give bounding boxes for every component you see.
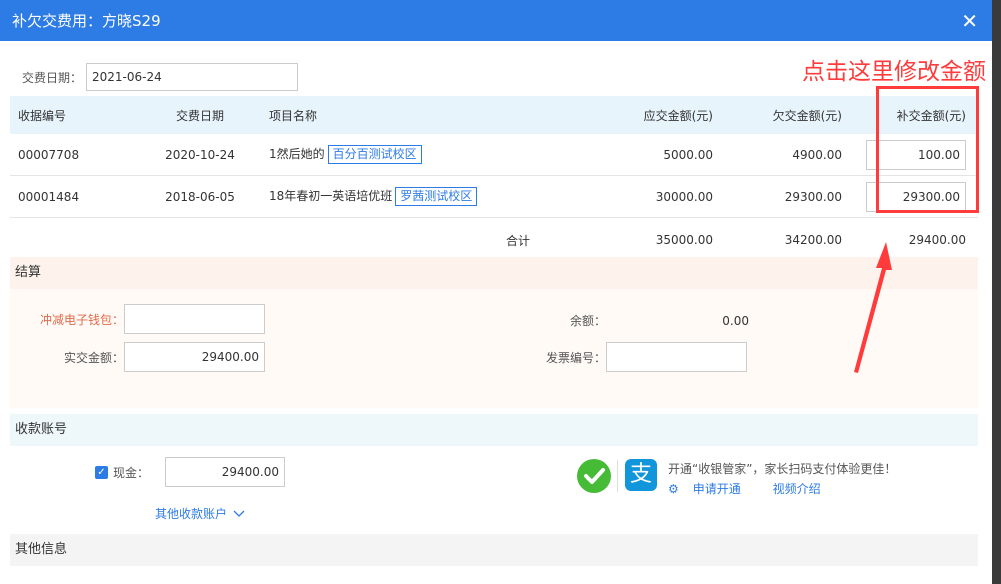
table-row: 00001484 2018-06-05 18年春初一英语培优班 罗茜测试校区 30… xyxy=(10,175,978,218)
balance-label: 余额： xyxy=(569,314,606,328)
cash-checkbox[interactable]: ✓ xyxy=(95,465,108,479)
row-pay-date: 2020-10-24 xyxy=(139,134,261,176)
header-item-name: 项目名称 xyxy=(261,96,530,134)
header-due-amount: 应交金额(元) xyxy=(530,96,721,134)
chevron-down-icon xyxy=(233,510,245,517)
campus-tag: 罗茜测试校区 xyxy=(395,187,478,206)
cash-input[interactable] xyxy=(165,457,285,487)
scrollbar[interactable] xyxy=(992,0,1001,584)
header-receipt-no: 收据编号 xyxy=(10,96,139,134)
item-name-cell: 1然后她的 百分百测试校区 xyxy=(261,134,530,176)
close-icon[interactable]: ✕ xyxy=(961,11,978,31)
owed-amount: 29300.00 xyxy=(721,175,850,218)
invoice-input[interactable] xyxy=(606,342,747,372)
annotation-arrow-icon xyxy=(854,242,892,373)
campus-tag: 百分百测试校区 xyxy=(327,145,422,164)
pay-date-label: 交费日期： xyxy=(22,70,83,85)
other-accounts-label: 其他收款账户 xyxy=(155,507,228,521)
total-owed: 34200.00 xyxy=(784,233,842,247)
row-pay-date: 2018-06-05 xyxy=(139,175,261,218)
receipt-no: 00001484 xyxy=(10,175,139,218)
table-row: 00007708 2020-10-24 1然后她的 百分百测试校区 5000.00… xyxy=(10,134,978,176)
receipt-no: 00007708 xyxy=(10,134,139,176)
pay-date-row: 交费日期： xyxy=(22,63,299,91)
due-amount: 30000.00 xyxy=(530,175,721,218)
due-amount: 5000.00 xyxy=(530,134,721,176)
checkmark-icon xyxy=(584,468,605,484)
cash-label: 现金： xyxy=(113,465,150,480)
promo-text: 开通“收银管家”，家长扫码支付体验更佳！ xyxy=(668,462,897,476)
alipay-icon: 支 xyxy=(625,459,657,491)
item-name: 1然后她的 xyxy=(269,147,325,161)
invoice-field: 发票编号： xyxy=(520,342,747,372)
balance-value: 0.00 xyxy=(722,313,749,328)
account-section-title: 收款账号 xyxy=(10,414,978,446)
header-pay-date: 交费日期 xyxy=(139,96,261,134)
paid-amount-input[interactable] xyxy=(124,342,265,372)
gear-icon: ⚙ xyxy=(668,482,679,496)
paid-amount-field: 实交金额： xyxy=(28,342,265,372)
other-accounts-link[interactable]: 其他收款账户 xyxy=(155,505,246,522)
cash-field: ✓ 现金： xyxy=(95,457,285,487)
promo-links: ⚙ 申请开通 视频介绍 xyxy=(668,480,835,497)
wallet-input[interactable] xyxy=(124,304,265,334)
total-label-cell: 合计 xyxy=(261,218,530,263)
dialog-title: 补欠交费用：方晓S29 xyxy=(12,12,161,30)
total-empty xyxy=(139,218,261,263)
item-name: 18年春初一英语培优班 xyxy=(269,189,393,203)
apply-link[interactable]: ⚙ 申请开通 xyxy=(668,482,755,496)
other-info-section-title: 其他信息 xyxy=(10,534,978,566)
wallet-field: 冲减电子钱包： xyxy=(28,304,265,334)
dialog-titlebar: 补欠交费用：方晓S29 ✕ xyxy=(0,0,992,41)
owed-amount: 4900.00 xyxy=(721,134,850,176)
pay-date-input[interactable] xyxy=(86,63,299,91)
item-name-cell: 18年春初一英语培优班 罗茜测试校区 xyxy=(261,175,530,218)
fees-table: 收据编号 交费日期 项目名称 应交金额(元) 欠交金额(元) 补交金额(元) 0… xyxy=(10,96,978,262)
wallet-label: 冲减电子钱包： xyxy=(39,312,124,327)
annotation-highlight-box xyxy=(876,86,979,213)
paid-amount-label: 实交金额： xyxy=(63,350,124,365)
balance-field: 余额： 0.00 xyxy=(520,312,749,329)
total-row: 合计 35000.00 34200.00 29400.00 xyxy=(10,218,978,263)
total-label: 合计 xyxy=(505,233,530,248)
wechat-pay-icon xyxy=(577,459,611,493)
total-due: 35000.00 xyxy=(655,233,713,247)
video-intro-link[interactable]: 视频介绍 xyxy=(773,482,821,496)
divider xyxy=(617,460,618,492)
annotation-text: 点击这里修改金额 xyxy=(802,59,986,85)
apply-link-label: 申请开通 xyxy=(692,482,741,496)
header-owed-amount: 欠交金额(元) xyxy=(721,96,850,134)
total-empty xyxy=(10,218,139,263)
invoice-label: 发票编号： xyxy=(545,350,606,365)
table-header-row: 收据编号 交费日期 项目名称 应交金额(元) 欠交金额(元) 补交金额(元) xyxy=(10,96,978,134)
settlement-section-title: 结算 xyxy=(10,257,978,289)
